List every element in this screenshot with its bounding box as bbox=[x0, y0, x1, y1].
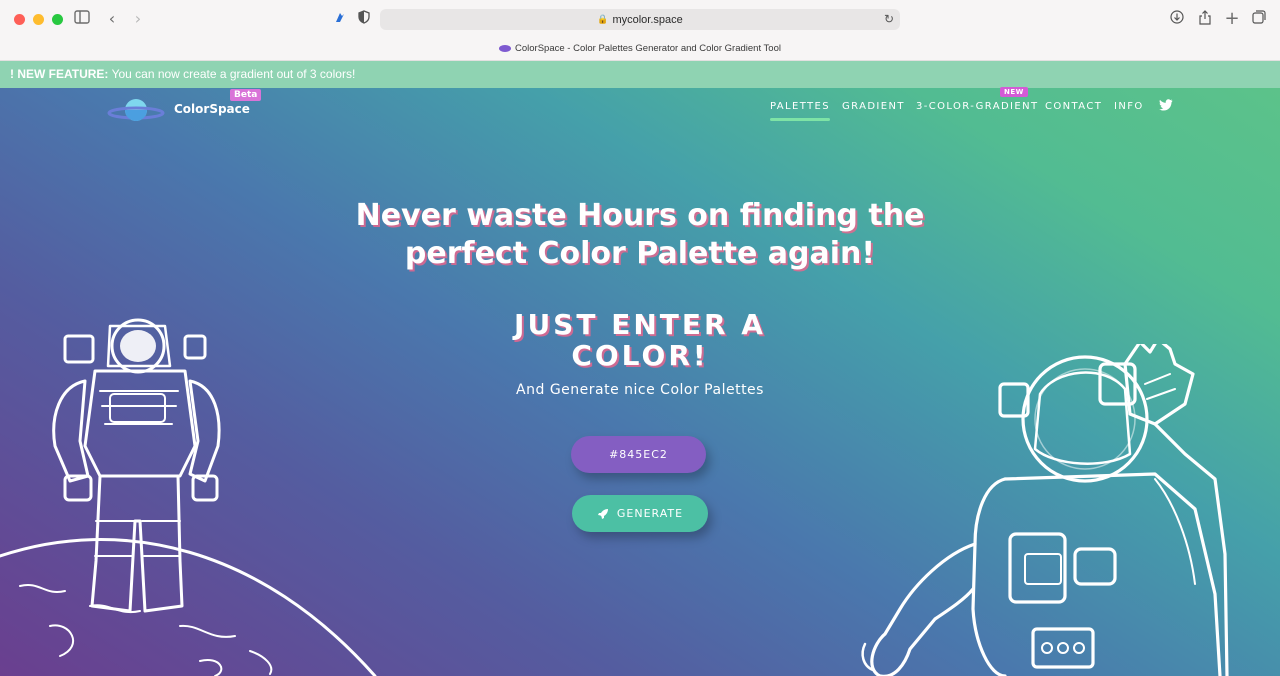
downloads-icon[interactable] bbox=[1167, 10, 1187, 28]
rocket-icon bbox=[597, 508, 608, 519]
minimize-window-button[interactable] bbox=[33, 14, 44, 25]
page: ! NEW FEATURE: You can now create a grad… bbox=[0, 61, 1280, 676]
nav-gradient[interactable]: GRADIENT bbox=[842, 101, 905, 112]
url-text: mycolor.space bbox=[612, 13, 683, 26]
browser-chrome: ‹ › 🔒 mycolor.space ↻ + ColorSpace - Col… bbox=[0, 0, 1280, 61]
favicon-planet-icon bbox=[499, 44, 512, 52]
tab-overview-icon[interactable] bbox=[1249, 10, 1269, 28]
generate-label: GENERATE bbox=[616, 507, 684, 520]
nav-contact[interactable]: CONTACT bbox=[1045, 101, 1102, 112]
colorspace-planet-logo[interactable] bbox=[106, 95, 166, 125]
hero-headline: Never waste Hours on finding the perfect… bbox=[0, 197, 1280, 273]
beta-badge: Beta bbox=[230, 89, 262, 101]
subheadline-line-1: JUST ENTER A bbox=[514, 308, 766, 341]
nav-info[interactable]: INFO bbox=[1114, 101, 1144, 112]
reload-icon[interactable]: ↻ bbox=[884, 12, 894, 26]
hero-caption: And Generate nice Color Palettes bbox=[516, 382, 764, 398]
banner-label: ! NEW FEATURE: bbox=[10, 67, 109, 81]
share-icon[interactable] bbox=[1195, 10, 1215, 28]
headline-line-2: perfect Color Palette again! bbox=[404, 236, 876, 271]
close-window-button[interactable] bbox=[14, 14, 25, 25]
new-badge: NEW bbox=[1000, 87, 1028, 97]
nav-3-color-gradient[interactable]: 3-COLOR-GRADIENT bbox=[916, 101, 1039, 112]
forward-icon[interactable]: › bbox=[128, 10, 148, 28]
generate-button[interactable]: GENERATE bbox=[572, 495, 708, 532]
tab-title[interactable]: ColorSpace - Color Palettes Generator an… bbox=[0, 43, 1280, 54]
banner-text: You can now create a gradient out of 3 c… bbox=[111, 67, 356, 81]
zoom-window-button[interactable] bbox=[52, 14, 63, 25]
brand-name[interactable]: ColorSpace bbox=[174, 102, 250, 116]
lock-icon: 🔒 bbox=[597, 14, 609, 24]
window-controls bbox=[14, 14, 63, 25]
extension-icon[interactable] bbox=[330, 10, 350, 28]
sidebar-toggle-icon[interactable] bbox=[72, 10, 92, 28]
subheadline-line-2: COLOR! bbox=[571, 339, 709, 372]
hero-subheadline: JUST ENTER A COLOR! bbox=[0, 309, 1280, 371]
tab-title-text: ColorSpace - Color Palettes Generator an… bbox=[515, 43, 781, 54]
privacy-shield-icon[interactable] bbox=[354, 10, 374, 28]
feature-banner: ! NEW FEATURE: You can now create a grad… bbox=[0, 61, 1280, 88]
nav-palettes[interactable]: PALETTES bbox=[770, 101, 831, 121]
address-bar[interactable]: 🔒 mycolor.space ↻ bbox=[380, 9, 900, 30]
twitter-icon[interactable] bbox=[1159, 98, 1173, 112]
color-hex-input[interactable] bbox=[571, 436, 706, 473]
back-icon[interactable]: ‹ bbox=[102, 10, 122, 28]
headline-line-1: Never waste Hours on finding the bbox=[355, 198, 925, 233]
new-tab-icon[interactable]: + bbox=[1222, 10, 1242, 28]
